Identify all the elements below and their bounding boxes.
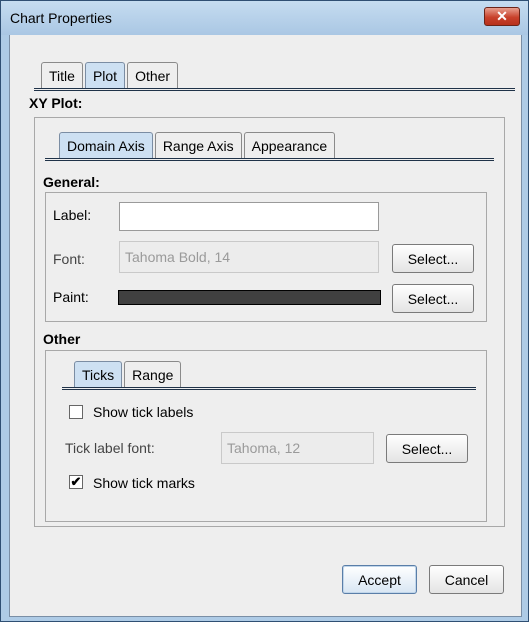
show-tick-labels-checkbox[interactable] [69,405,83,419]
close-icon[interactable]: ✕ [484,7,520,26]
label-input[interactable] [119,202,379,231]
paint-caption: Paint: [53,289,89,305]
top-tab-bar: Title Plot Other [41,62,180,88]
tab-ticks[interactable]: Ticks [74,361,123,387]
tab-other[interactable]: Other [127,62,179,88]
window-title: Chart Properties [10,10,112,26]
font-select-button[interactable]: Select... [392,244,474,273]
axis-tab-divider [45,158,494,161]
chart-properties-dialog: Chart Properties ✕ Title Plot Other XY P… [0,0,529,622]
show-tick-marks-checkbox[interactable]: ✔ [69,475,83,489]
title-bar[interactable]: Chart Properties ✕ [1,1,528,35]
show-tick-marks-label: Show tick marks [93,475,195,491]
tick-label-font-caption: Tick label font: [65,440,155,456]
tick-label-font-field: Tahoma, 12 [221,432,374,464]
cancel-button[interactable]: Cancel [429,565,504,594]
top-tab-divider [34,88,515,91]
other-heading: Other [43,331,81,347]
dialog-content: Title Plot Other XY Plot: Domain Axis Ra… [9,35,522,617]
axis-tab-bar: Domain Axis Range Axis Appearance [59,132,337,158]
tab-range-axis[interactable]: Range Axis [154,132,242,158]
tab-appearance[interactable]: Appearance [243,132,336,158]
other-tab-divider [62,387,476,390]
accept-button[interactable]: Accept [342,565,417,594]
font-field: Tahoma Bold, 14 [119,241,379,273]
paint-swatch[interactable] [118,290,381,305]
font-caption: Font: [53,251,85,267]
tick-font-select-button[interactable]: Select... [386,434,468,463]
other-tab-bar: Ticks Range [74,361,183,387]
tab-title[interactable]: Title [41,62,83,88]
tab-range[interactable]: Range [124,361,182,387]
paint-select-button[interactable]: Select... [392,284,474,313]
tab-plot[interactable]: Plot [84,62,126,88]
label-caption: Label: [53,207,92,223]
tab-domain-axis[interactable]: Domain Axis [59,132,153,158]
xy-plot-heading: XY Plot: [29,95,83,111]
general-heading: General: [43,174,100,190]
show-tick-labels-label: Show tick labels [93,404,194,420]
